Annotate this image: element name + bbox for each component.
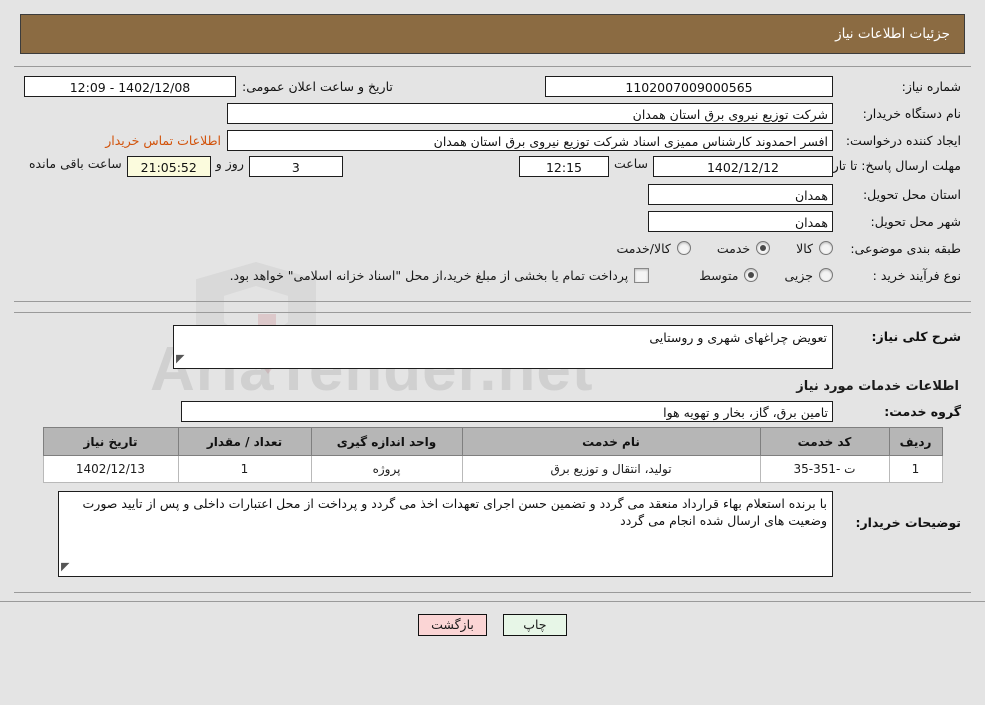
services-table: ردیف کد خدمت نام خدمت واحد اندازه گیری ت…: [42, 427, 943, 483]
row-buyer-notes: توضیحات خریدار: با برنده استعلام بهاء قر…: [24, 491, 961, 577]
field-city[interactable]: همدان: [648, 210, 833, 232]
radio-process-medium[interactable]: متوسط: [699, 267, 759, 283]
label-requester: ایجاد کننده درخواست:: [845, 132, 961, 148]
label-buyer-org: نام دستگاه خریدار:: [862, 105, 961, 121]
radio-process-minor[interactable]: جزیی: [784, 268, 833, 283]
page-title-bar: جزئیات اطلاعات نیاز: [20, 14, 965, 54]
row-province: استان محل تحویل: همدان: [24, 183, 961, 205]
row-category: طبقه بندی موضوعی: کالا خدمت کالا/خدمت: [24, 237, 961, 259]
checkbox-islamic-treasury-bonds[interactable]: پرداخت تمام یا بخشی از مبلغ خرید،از محل …: [229, 267, 650, 283]
col-quantity: تعداد / مقدار: [177, 427, 312, 456]
label-announce-datetime: تاریخ و ساعت اعلان عمومی:: [242, 78, 393, 94]
back-button[interactable]: بازگشت: [418, 614, 487, 636]
label-province: استان محل تحویل:: [862, 186, 961, 202]
label-deadline-hour: ساعت: [613, 156, 648, 171]
radio-category-goods-service[interactable]: کالا/خدمت: [616, 240, 691, 256]
label-need-summary: شرح کلی نیاز:: [871, 329, 961, 344]
table-header-row: ردیف کد خدمت نام خدمت واحد اندازه گیری ت…: [42, 427, 943, 456]
radio-label: کالا/خدمت: [616, 240, 671, 256]
process-radio-group: جزیی متوسط: [673, 268, 833, 283]
radio-category-goods[interactable]: کالا: [796, 241, 833, 256]
print-button[interactable]: چاپ: [502, 614, 567, 636]
row-purchase-process: نوع فرآیند خرید : جزیی متوسط پرداخت تمام…: [24, 264, 961, 286]
table-row[interactable]: 1 ت -351-35 تولید، انتقال و توزیع برق پر…: [42, 455, 943, 483]
checkbox-label: پرداخت تمام یا بخشی از مبلغ خرید،از محل …: [229, 267, 629, 283]
field-remaining-days: 3: [248, 156, 343, 177]
services-table-body: 1 ت -351-35 تولید، انتقال و توزیع برق پر…: [42, 455, 943, 483]
col-date: تاریخ نیاز: [42, 427, 179, 456]
resize-grip-icon[interactable]: ◥: [61, 558, 69, 575]
row-need-number: شماره نیاز: 1102007009000565 تاریخ و ساع…: [24, 75, 961, 97]
buyer-contact-link[interactable]: اطلاعات تماس خریدار: [99, 133, 227, 148]
radio-label: جزیی: [784, 267, 813, 283]
services-section-title: اطلاعات خدمات مورد نیاز: [796, 379, 959, 394]
field-deadline-hour[interactable]: 12:15: [518, 156, 609, 177]
page-title: جزئیات اطلاعات نیاز: [835, 26, 950, 42]
row-city: شهر محل تحویل: همدان: [24, 210, 961, 232]
need-info-panel: شماره نیاز: 1102007009000565 تاریخ و ساع…: [14, 66, 971, 302]
row-service-group: گروه خدمت: تامین برق، گاز، بخار و تهویه …: [24, 400, 961, 422]
services-table-head: ردیف کد خدمت نام خدمت واحد اندازه گیری ت…: [42, 427, 943, 456]
radio-label: خدمت: [716, 240, 751, 256]
field-need-number[interactable]: 1102007009000565: [545, 75, 833, 97]
col-unit: واحد اندازه گیری: [310, 427, 463, 456]
label-need-number: شماره نیاز:: [901, 78, 961, 94]
cell-code: ت -351-35: [759, 455, 890, 483]
label-service-group: گروه خدمت:: [884, 403, 961, 419]
field-deadline-date[interactable]: 1402/12/12: [653, 156, 833, 177]
col-code: کد خدمت: [759, 427, 890, 456]
row-need-summary: شرح کلی نیاز: تعویض چراغهای شهری و روستا…: [24, 325, 961, 369]
checkbox-icon[interactable]: [634, 267, 650, 283]
radio-category-service[interactable]: خدمت: [716, 240, 771, 256]
radio-circle-icon[interactable]: [676, 241, 691, 255]
field-service-group[interactable]: تامین برق، گاز، بخار و تهویه هوا: [181, 400, 833, 422]
radio-label: متوسط: [699, 267, 739, 283]
cell-index: 1: [888, 455, 943, 483]
row-deadline: مهلت ارسال پاسخ: تا تاریخ: 1402/12/12 سا…: [24, 156, 961, 178]
field-requester[interactable]: افسر احمدوند کارشناس ممیزی اسناد شرکت تو…: [227, 129, 833, 151]
radio-circle-selected-icon[interactable]: [756, 241, 771, 255]
action-bar: چاپ بازگشت: [0, 601, 985, 636]
col-name: نام خدمت: [461, 427, 761, 456]
field-buyer-notes[interactable]: با برنده استعلام بهاء قرارداد منعقد می گ…: [58, 491, 833, 577]
need-details-panel: شرح کلی نیاز: تعویض چراغهای شهری و روستا…: [14, 312, 971, 593]
field-remaining-time: 21:05:52: [126, 156, 211, 177]
page-root: جزئیات اطلاعات نیاز شماره نیاز: 11020070…: [0, 14, 985, 636]
label-category: طبقه بندی موضوعی:: [850, 240, 961, 256]
col-index: ردیف: [888, 427, 943, 456]
radio-circle-icon[interactable]: [819, 268, 833, 282]
cell-date: 1402/12/13: [42, 455, 179, 483]
cell-unit: پروژه: [310, 455, 463, 483]
label-remaining-days-suffix: روز و: [215, 156, 244, 171]
field-buyer-org[interactable]: شرکت توزیع نیروی برق استان همدان: [227, 102, 833, 124]
field-announce-datetime[interactable]: 1402/12/08 - 12:09: [24, 75, 236, 97]
cell-name: تولید، انتقال و توزیع برق: [461, 455, 761, 483]
buyer-notes-text: با برنده استعلام بهاء قرارداد منعقد می گ…: [82, 496, 827, 528]
radio-label: کالا: [796, 240, 813, 256]
cell-quantity: 1: [177, 455, 312, 483]
label-buyer-notes: توضیحات خریدار:: [855, 515, 961, 530]
row-buyer-org: نام دستگاه خریدار: شرکت توزیع نیروی برق …: [24, 102, 961, 124]
need-summary-text: تعویض چراغهای شهری و روستایی: [649, 330, 827, 345]
row-requester: ایجاد کننده درخواست: افسر احمدوند کارشنا…: [24, 129, 961, 151]
radio-circle-icon[interactable]: [819, 241, 833, 255]
radio-circle-selected-icon[interactable]: [744, 268, 759, 282]
category-radio-group: کالا خدمت کالا/خدمت: [590, 241, 833, 256]
label-city: شهر محل تحویل:: [870, 213, 961, 229]
label-purchase-process: نوع فرآیند خرید :: [872, 267, 961, 283]
resize-grip-icon[interactable]: ◥: [176, 350, 184, 367]
field-need-summary[interactable]: تعویض چراغهای شهری و روستایی ◥: [173, 325, 833, 369]
label-deadline: مهلت ارسال پاسخ: تا تاریخ:: [816, 158, 961, 173]
label-remaining-suffix: ساعت باقی مانده: [29, 156, 122, 171]
field-province[interactable]: همدان: [648, 183, 833, 205]
